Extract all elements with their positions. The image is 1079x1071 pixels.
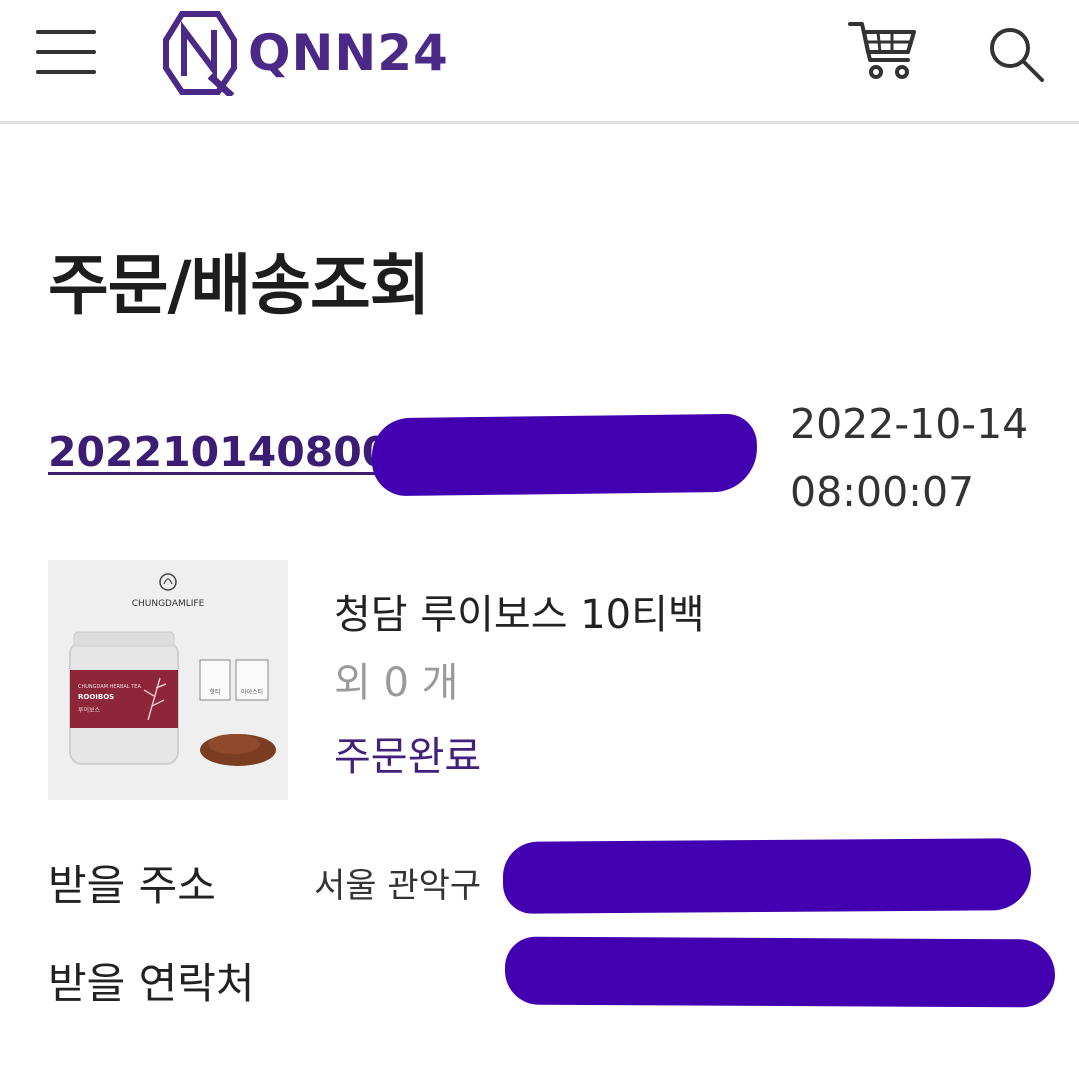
thumb-product-kr-text: 루이보스 (78, 706, 101, 714)
redaction-order-number (371, 413, 758, 497)
app-header: QNN24 (0, 0, 1079, 124)
hamburger-menu-icon[interactable] (36, 30, 96, 76)
thumb-line-text: CHUNGDAM HERBAL TEA (78, 684, 141, 690)
address-label: 받을 주소 (48, 861, 216, 910)
product-extra-count: 외 0 개 (334, 660, 459, 706)
cart-icon[interactable] (848, 18, 918, 82)
qnn24-logo-mark-icon (163, 11, 237, 96)
order-date: 2022-10-14 (790, 400, 1029, 448)
product-name[interactable]: 청담 루이보스 10티백 (334, 582, 705, 640)
thumb-brand-text: CHUNGDAMLIFE (132, 599, 205, 609)
redaction-address (502, 838, 1032, 914)
page-title: 주문/배송조회 (48, 247, 430, 324)
order-number-link[interactable]: 2022101408000 (48, 428, 419, 476)
thumb-icon1-label: 핫티 (209, 688, 220, 696)
product-thumbnail[interactable]: CHUNGDAMLIFE CHUNGDAM HERBAL TEA ROOIBOS… (48, 560, 288, 800)
thumb-icon2-label: 아이스티 (241, 688, 263, 696)
thumb-product-text: ROOIBOS (78, 693, 114, 701)
order-status: 주문완료 (334, 734, 482, 780)
rooibos-product-image: CHUNGDAMLIFE CHUNGDAM HERBAL TEA ROOIBOS… (48, 560, 288, 800)
redaction-phone (504, 936, 1056, 1008)
search-icon[interactable] (986, 26, 1046, 82)
brand-logo[interactable]: QNN24 (160, 10, 449, 96)
brand-name: QNN24 (248, 24, 449, 82)
phone-label: 받을 연락처 (48, 959, 255, 1008)
address-value: 서울 관악구 (314, 866, 482, 906)
order-time: 08:00:07 (790, 468, 975, 516)
